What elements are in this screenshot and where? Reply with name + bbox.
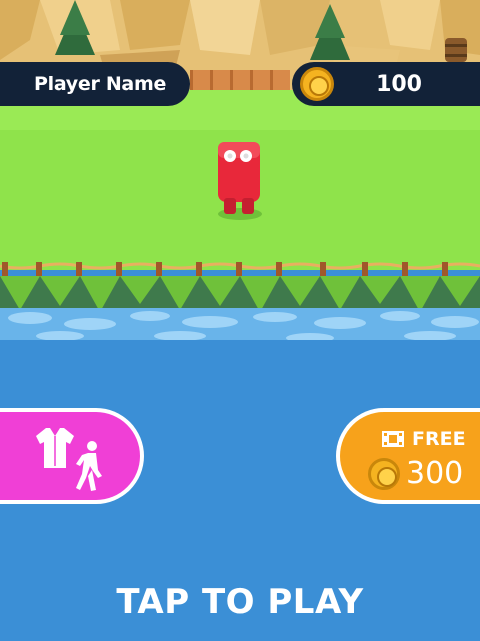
free-coins-button[interactable]: FREE 300	[336, 408, 480, 504]
red-character	[218, 142, 262, 220]
player-name-bar[interactable]: Player Name	[0, 62, 190, 106]
tap-to-play-prompt[interactable]: TAP TO PLAY	[0, 582, 480, 622]
coin-icon	[300, 67, 334, 101]
coin-balance-bar: 100	[292, 62, 480, 106]
walking-person-icon	[76, 441, 102, 491]
player-name-label: Player Name	[34, 73, 167, 95]
reward-coin-icon	[368, 457, 400, 490]
free-label: FREE	[412, 428, 466, 450]
free-reward-amount: 300	[406, 456, 464, 491]
shirt-icon	[36, 428, 74, 468]
barrel-icon	[445, 38, 467, 62]
free-row: FREE	[382, 428, 466, 450]
coin-count: 100	[376, 71, 422, 97]
skins-button[interactable]	[0, 408, 144, 504]
wooden-fence-back	[190, 70, 290, 90]
reward-row: 300	[368, 456, 463, 491]
video-ad-icon	[382, 431, 404, 447]
